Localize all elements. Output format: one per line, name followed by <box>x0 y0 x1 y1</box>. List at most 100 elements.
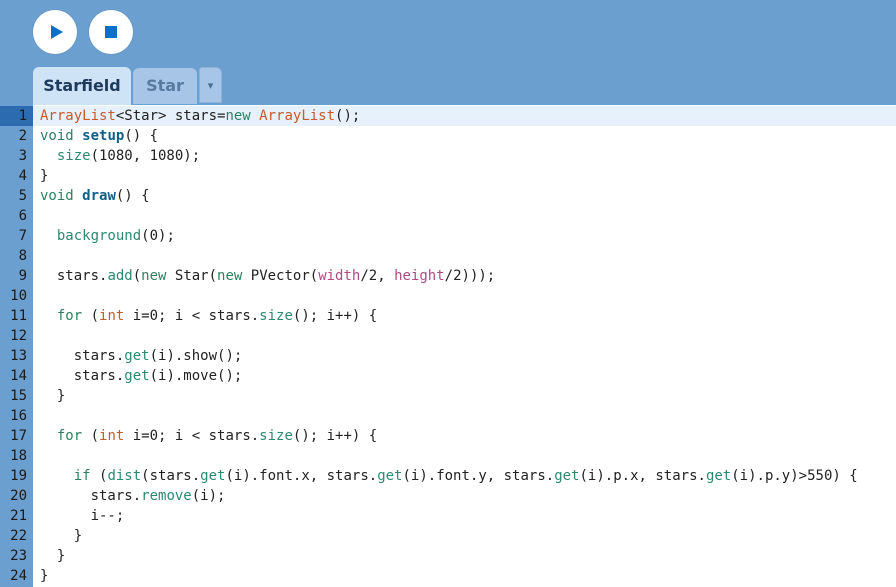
code-line[interactable]: 19 if (dist(stars.get(i).font.x, stars.g… <box>0 466 896 486</box>
line-number: 9 <box>18 268 27 284</box>
code-line[interactable]: 24} <box>0 566 896 586</box>
code-token: (i).p.x, stars. <box>579 468 706 484</box>
code-line[interactable]: 18 <box>0 446 896 466</box>
line-number: 14 <box>10 368 27 384</box>
code-token: void <box>40 128 74 144</box>
code-line[interactable]: 9 stars.add(new Star(new PVector(width/2… <box>0 266 896 286</box>
code-line[interactable]: 5 void draw() { <box>0 186 896 206</box>
code-line[interactable]: 6 <box>0 206 896 226</box>
code-text: } <box>40 566 48 586</box>
code-line[interactable]: 4} <box>0 166 896 186</box>
line-number: 22 <box>10 528 27 544</box>
code-token: new <box>141 268 167 284</box>
code-token: int <box>99 428 125 444</box>
code-line[interactable]: 3 size(1080, 1080); <box>0 146 896 166</box>
code-token: get <box>200 468 226 484</box>
code-text: } <box>40 546 65 566</box>
code-token: size <box>259 428 293 444</box>
code-line[interactable]: 14 stars.get(i).move(); <box>0 366 896 386</box>
code-token: if <box>73 468 91 484</box>
run-button[interactable] <box>33 10 77 54</box>
code-token: size <box>56 148 91 164</box>
code-text: } <box>40 386 65 406</box>
code-token: (); i++) { <box>292 308 378 324</box>
code-token: PVector( <box>242 268 319 284</box>
code-token: } <box>40 528 83 544</box>
code-token: (i).show(); <box>149 348 243 364</box>
code-text: } <box>40 526 82 546</box>
code-token: for <box>56 428 83 444</box>
code-token: (1080, 1080); <box>90 148 201 164</box>
code-line[interactable]: 11 for (int i=0; i < stars.size(); i++) … <box>0 306 896 326</box>
code-line[interactable]: 8 <box>0 246 896 266</box>
code-line[interactable]: 21 i--; <box>0 506 896 526</box>
code-token: background <box>56 228 142 244</box>
code-token: new <box>217 268 243 284</box>
code-token: get <box>124 348 150 364</box>
code-token: } <box>40 168 49 184</box>
code-token: stars. <box>40 368 125 384</box>
line-number: 3 <box>18 148 27 164</box>
code-text: void draw() { <box>40 186 150 206</box>
line-number: 18 <box>10 448 27 464</box>
code-line[interactable]: 13 stars.get(i).show(); <box>0 346 896 366</box>
code-token: } <box>40 388 66 404</box>
code-text: stars.add(new Star(new PVector(width/2, … <box>40 266 495 286</box>
line-number: 20 <box>10 488 27 504</box>
line-number: 16 <box>10 408 27 424</box>
code-text: void setup() { <box>40 126 158 146</box>
stop-icon <box>105 26 117 38</box>
code-token: size <box>259 308 293 324</box>
code-token: (0); <box>141 228 175 244</box>
code-token: i=0; i < stars. <box>124 428 260 444</box>
code-token: stars. <box>40 348 125 364</box>
line-number: 1 <box>0 106 33 126</box>
code-token: ( <box>90 468 108 484</box>
code-text: background(0); <box>40 226 175 246</box>
code-text: size(1080, 1080); <box>40 146 200 166</box>
code-token: ( <box>82 428 100 444</box>
code-token: (i).move(); <box>149 368 243 384</box>
code-line[interactable]: 17 for (int i=0; i < stars.size(); i++) … <box>0 426 896 446</box>
line-number: 8 <box>18 248 27 264</box>
code-token: ( <box>132 268 142 284</box>
code-line[interactable]: 2 void setup() { <box>0 126 896 146</box>
line-number: 19 <box>10 468 27 484</box>
code-text: for (int i=0; i < stars.size(); i++) { <box>40 426 377 446</box>
code-text: if (dist(stars.get(i).font.x, stars.get(… <box>40 466 858 486</box>
code-editor[interactable]: 1 ArrayList<Star> stars=new ArrayList(); 2… <box>0 105 896 587</box>
code-line[interactable]: 7 background(0); <box>0 226 896 246</box>
code-line[interactable]: 23 } <box>0 546 896 566</box>
tab-menu-chevron-down-icon[interactable]: ▾ <box>199 67 222 103</box>
stop-button[interactable] <box>89 10 133 54</box>
tab-starfield[interactable]: Starfield <box>33 67 131 105</box>
code-token: stars. <box>40 488 142 504</box>
code-token: stars. <box>40 268 108 284</box>
toolbar: Starfield Star ▾ <box>0 0 896 105</box>
code-line[interactable]: 10 <box>0 286 896 306</box>
code-text: stars.get(i).move(); <box>40 366 243 386</box>
tab-star[interactable]: Star <box>133 68 197 104</box>
code-line[interactable]: 16 <box>0 406 896 426</box>
line-number: 10 <box>10 288 27 304</box>
code-line[interactable]: 22 } <box>0 526 896 546</box>
code-token: ( <box>82 308 100 324</box>
code-token: (); i++) { <box>292 428 378 444</box>
code-token: add <box>107 268 133 284</box>
line-number: 6 <box>18 208 27 224</box>
code-token: dist <box>107 468 142 484</box>
line-number: 13 <box>10 348 27 364</box>
code-line[interactable]: 15 } <box>0 386 896 406</box>
code-token: get <box>124 368 150 384</box>
code-token: i--; <box>40 508 125 524</box>
code-token: setup <box>82 128 125 144</box>
code-token: get <box>377 468 403 484</box>
code-line[interactable]: 12 <box>0 326 896 346</box>
code-token: void <box>40 188 74 204</box>
code-line[interactable]: 20 stars.remove(i); <box>0 486 896 506</box>
play-icon <box>51 25 63 39</box>
code-line[interactable]: 1 ArrayList<Star> stars=new ArrayList(); <box>0 106 896 126</box>
